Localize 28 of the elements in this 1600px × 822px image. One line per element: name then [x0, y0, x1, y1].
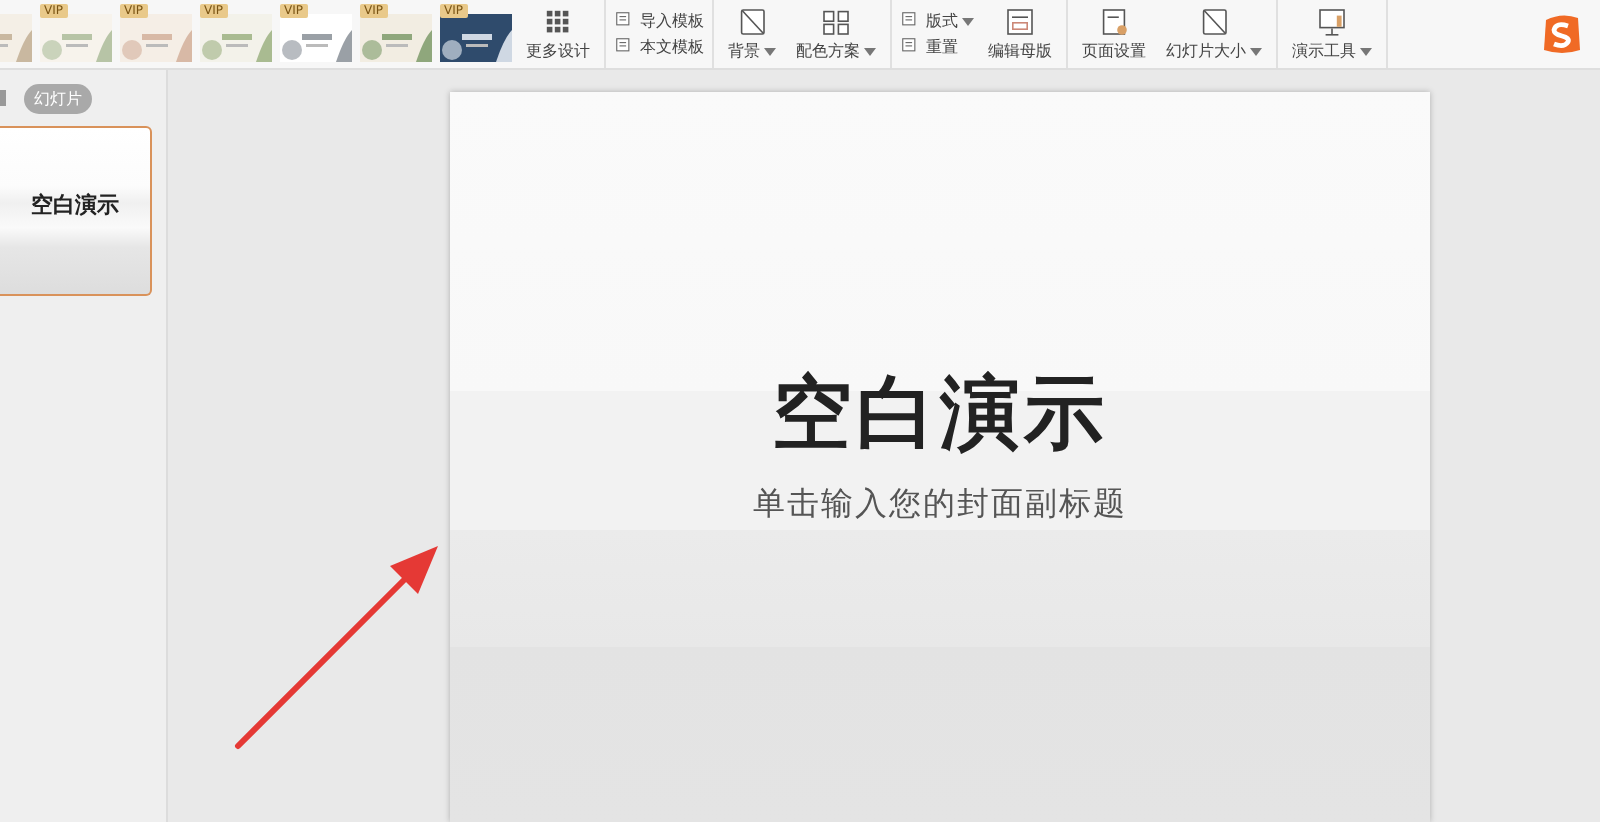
toolbar-button[interactable]: 本文模板: [614, 36, 704, 58]
app-logo-icon: [1540, 12, 1584, 56]
outline-tab-icon: [0, 90, 8, 106]
toolbar-button[interactable]: 更多设计: [520, 4, 596, 64]
thumbnail-title: 空白演示: [31, 190, 119, 220]
toolbar-button[interactable]: 版式: [900, 10, 974, 32]
document-icon: [614, 36, 636, 58]
toolbar-button[interactable]: 背景: [722, 4, 782, 64]
color-scheme-icon: [820, 6, 852, 38]
toolbar-button[interactable]: 重置: [900, 36, 974, 58]
toolbar-button[interactable]: 幻灯片大小: [1160, 4, 1268, 64]
document-icon: [900, 10, 922, 32]
toolbar-button[interactable]: 配色方案: [790, 4, 882, 64]
page-size-icon: [736, 6, 768, 38]
document-icon: [900, 36, 922, 58]
slide-subtitle: 单击输入您的封面副标题: [753, 484, 1127, 526]
toolbar-button[interactable]: 导入模板: [614, 10, 704, 32]
slide-master-icon: [1004, 6, 1036, 38]
toolbar-button[interactable]: 编辑母版: [982, 4, 1058, 64]
toolbar-button[interactable]: 演示工具: [1286, 4, 1378, 64]
grid-icon: [542, 6, 574, 38]
page-size-icon: [1198, 6, 1230, 38]
presentation-icon: [1316, 6, 1348, 38]
slide-title: 空白演示: [772, 368, 1108, 460]
toolbar-button[interactable]: 页面设置: [1076, 4, 1152, 64]
page-setup-icon: [1098, 6, 1130, 38]
document-icon: [614, 10, 636, 32]
slide-thumbnail[interactable]: 空白演示: [0, 126, 152, 296]
